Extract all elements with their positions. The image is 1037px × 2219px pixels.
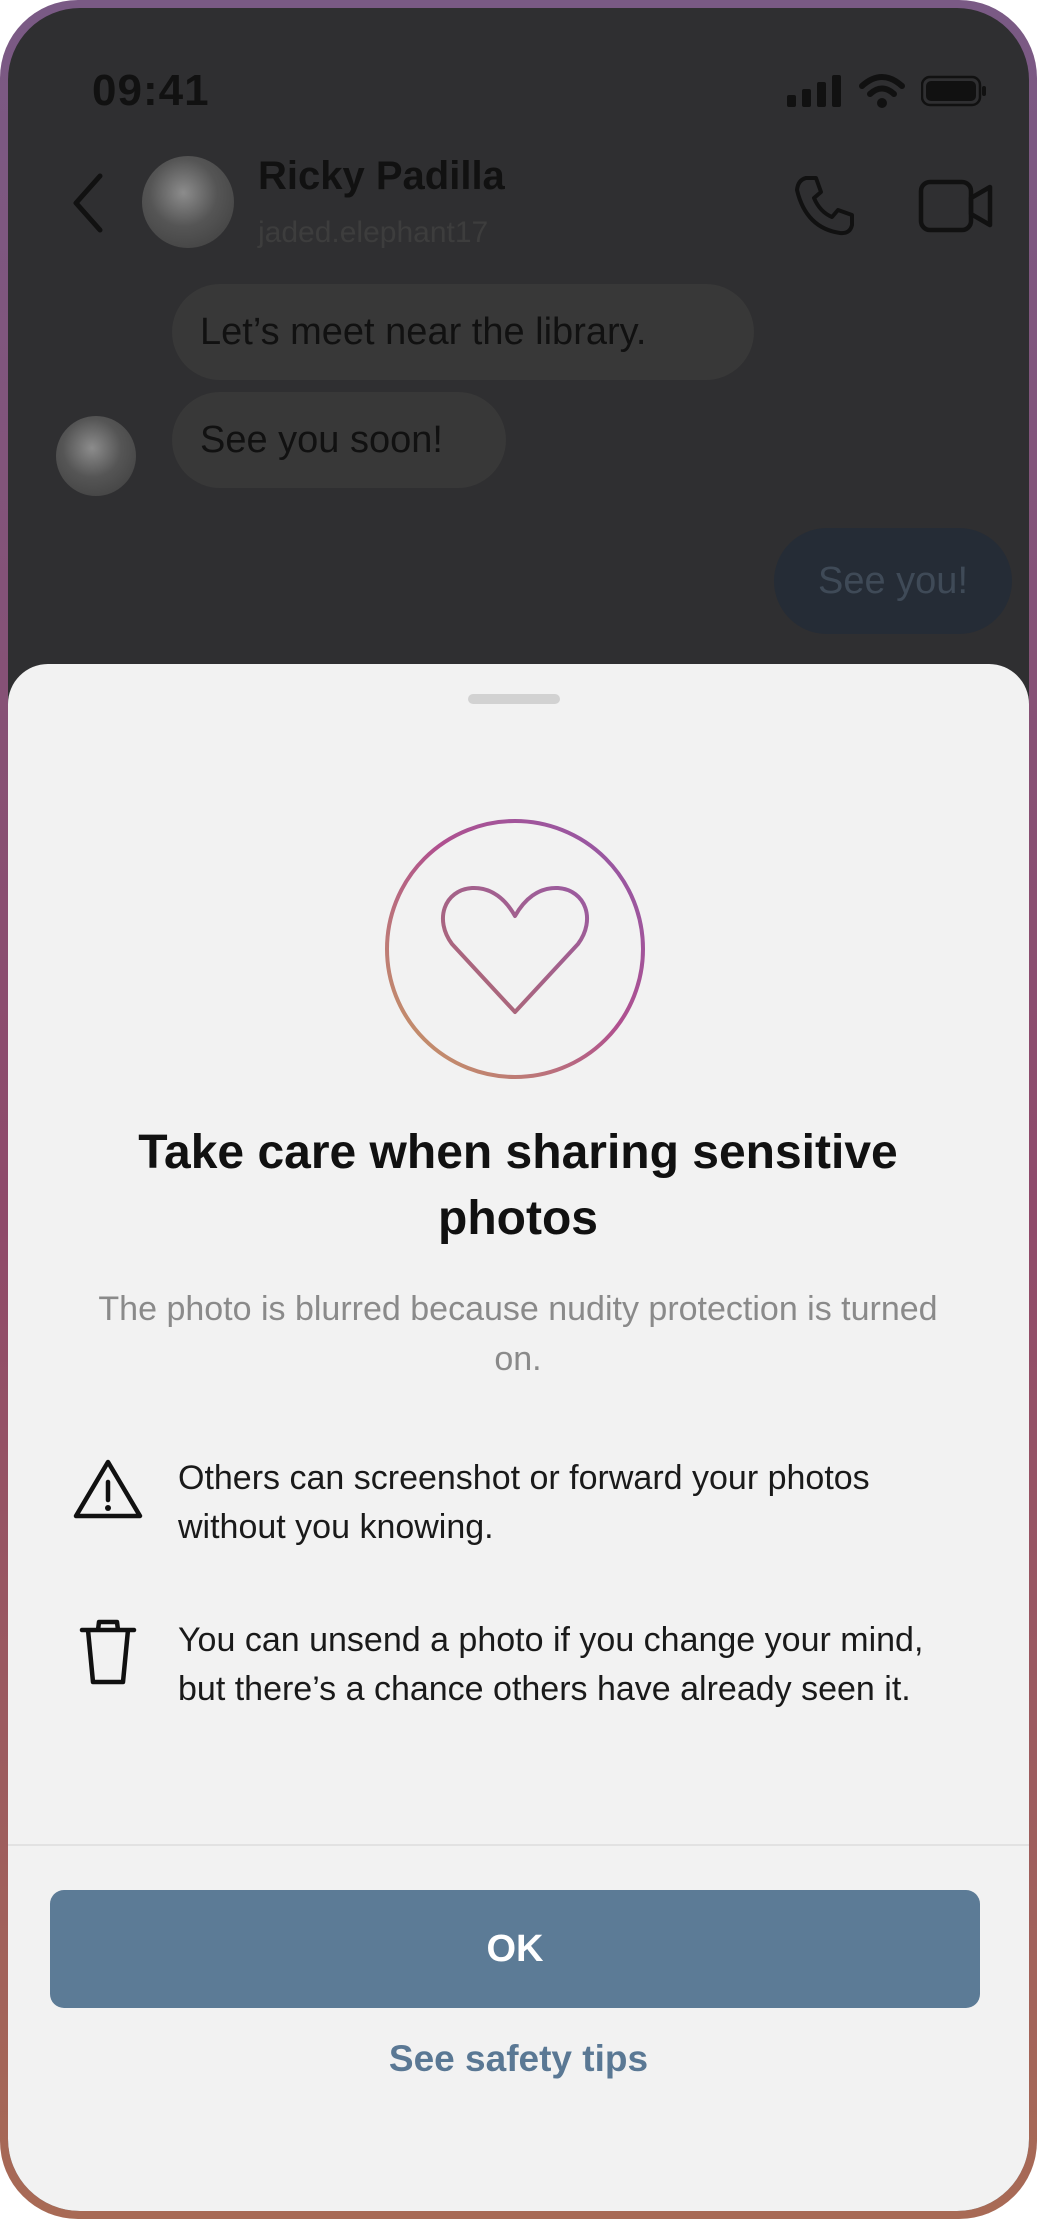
status-icons [787, 74, 987, 108]
phone-frame: 09:41 Ricky Padilla jaded.elephant17 Let… [0, 0, 1037, 2219]
status-time: 09:41 [92, 66, 210, 115]
tip-unsend: You can unsend a photo if you change you… [68, 1616, 968, 1714]
ok-button[interactable]: OK [50, 1890, 980, 2008]
message-bubble-outgoing[interactable]: See you! [774, 528, 1012, 634]
sensitive-photo-sheet: Take care when sharing sensitive photos … [8, 664, 1029, 2211]
wifi-icon [859, 74, 905, 108]
tip-text: You can unsend a photo if you change you… [178, 1621, 924, 1708]
heart-icon [385, 819, 645, 1079]
phone-screen: 09:41 Ricky Padilla jaded.elephant17 Let… [8, 8, 1029, 2211]
divider [8, 1844, 1029, 1846]
message-bubble-incoming[interactable]: See you soon! [172, 392, 506, 488]
contact-username: jaded.elephant17 [258, 216, 489, 249]
sheet-subtitle: The photo is blurred because nudity prot… [98, 1290, 938, 1378]
tip-screenshot-forward: Others can screenshot or forward your ph… [68, 1454, 968, 1552]
see-safety-tips-link[interactable]: See safety tips [8, 2038, 1029, 2080]
battery-icon [921, 75, 986, 107]
message-sender-avatar [56, 416, 136, 496]
sheet-grabber[interactable] [468, 694, 560, 704]
tip-text: Others can screenshot or forward your ph… [178, 1459, 870, 1546]
sheet-title: Take care when sharing sensitive photos [138, 1126, 898, 1245]
message-bubble-incoming[interactable]: Let’s meet near the library. [172, 284, 754, 380]
trash-icon [79, 1619, 137, 1685]
signal-icon [787, 75, 841, 107]
phone-icon[interactable] [792, 172, 858, 238]
contact-avatar[interactable] [142, 156, 234, 248]
contact-name[interactable]: Ricky Padilla [258, 154, 505, 199]
video-camera-icon[interactable] [918, 178, 994, 234]
back-chevron-icon[interactable] [64, 168, 114, 238]
warning-triangle-icon [73, 1459, 143, 1519]
